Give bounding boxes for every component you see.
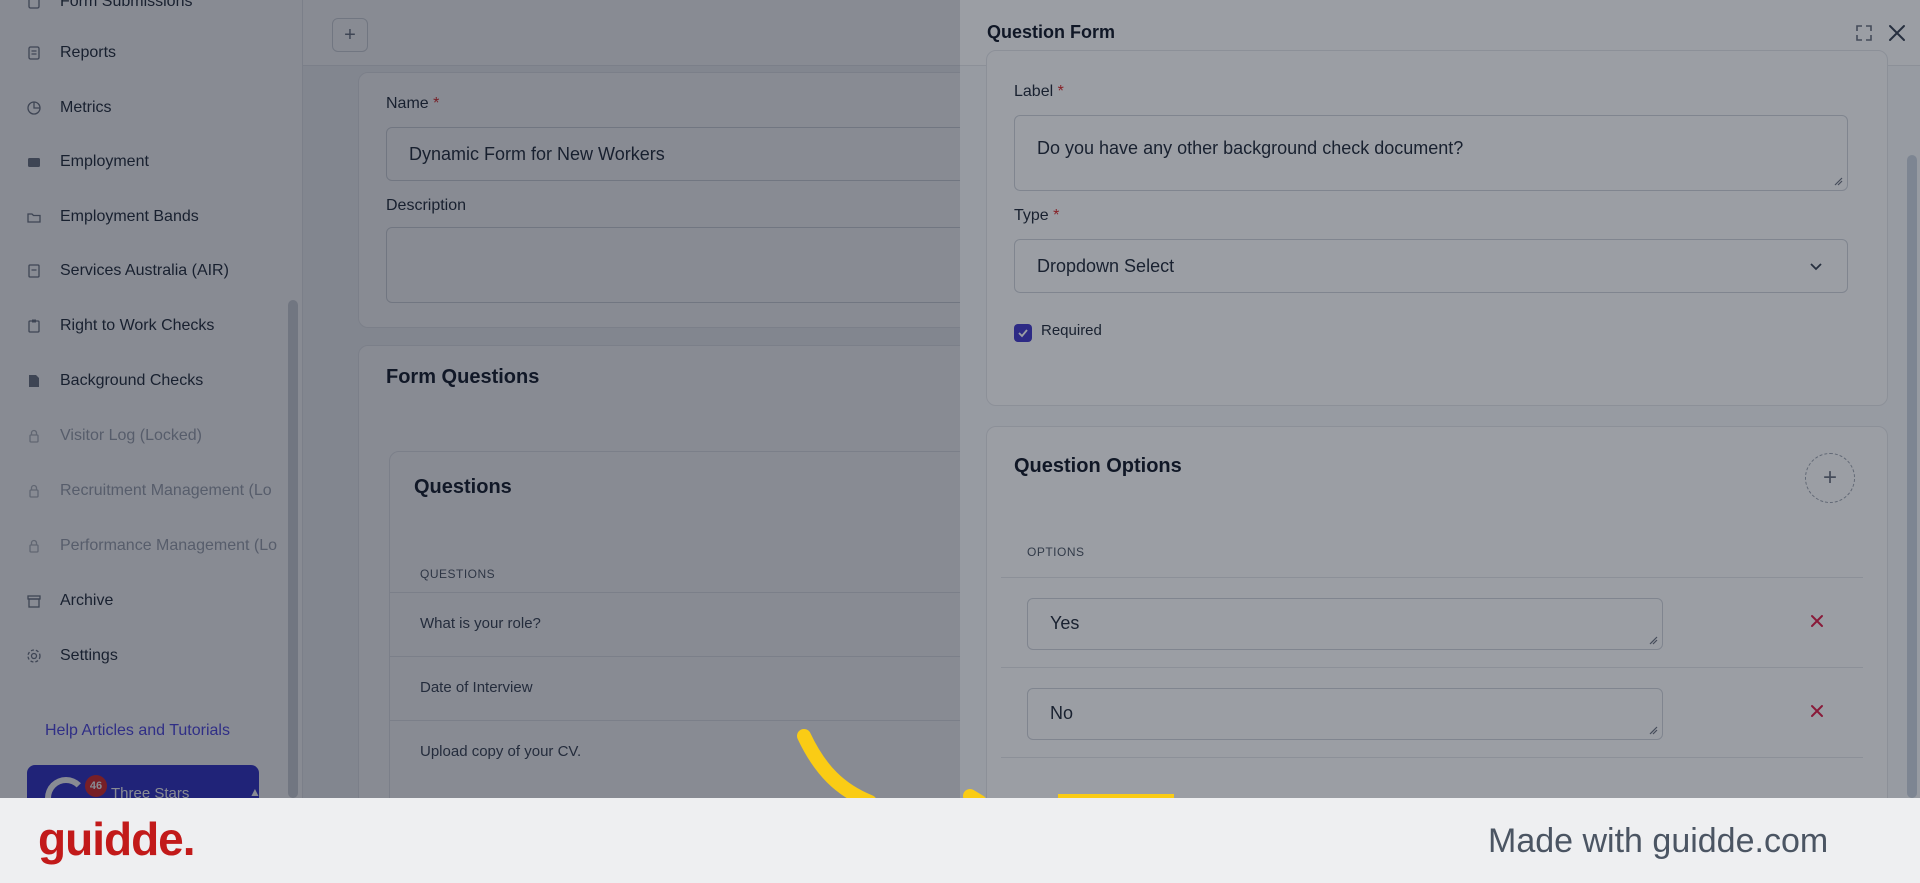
label-textarea[interactable]: Do you have any other background check d…: [1014, 115, 1848, 191]
drawer-title: Question Form: [987, 22, 1116, 42]
delete-option-icon[interactable]: [1808, 702, 1826, 720]
option-textarea[interactable]: Yes: [1027, 598, 1663, 650]
close-icon[interactable]: [1884, 20, 1910, 46]
required-checkbox[interactable]: [1014, 324, 1032, 342]
label-label: Label *: [1014, 83, 1064, 100]
type-select[interactable]: Dropdown Select: [1014, 239, 1848, 293]
drawer-scrollbar[interactable]: [1907, 155, 1917, 798]
chevron-down-icon: [1810, 263, 1822, 271]
add-option-button[interactable]: +: [1805, 453, 1855, 503]
expand-icon[interactable]: [1853, 22, 1875, 44]
options-column-header: OPTIONS: [1027, 545, 1085, 559]
option-row: Yes: [1001, 577, 1863, 667]
type-label: Type *: [1014, 207, 1060, 224]
resize-grip-icon[interactable]: [1648, 725, 1658, 735]
delete-option-icon[interactable]: [1808, 612, 1826, 630]
guidde-logo: guidde.: [38, 813, 196, 865]
question-details-card: Label * Do you have any other background…: [986, 50, 1888, 406]
option-value: Yes: [1050, 613, 1080, 633]
label-value: Do you have any other background check d…: [1037, 138, 1464, 158]
type-value: Dropdown Select: [1037, 255, 1175, 276]
resize-grip-icon[interactable]: [1648, 635, 1658, 645]
footer-banner: guidde. Made with guidde.com: [0, 798, 1920, 883]
required-label: Required: [1041, 322, 1102, 339]
resize-grip-icon[interactable]: [1833, 176, 1843, 186]
question-options-title: Question Options: [1014, 455, 1182, 477]
made-with-text: Made with guidde.com: [1488, 822, 1829, 860]
question-form-drawer: Question Form Label * Do you have any ot…: [960, 0, 1920, 798]
